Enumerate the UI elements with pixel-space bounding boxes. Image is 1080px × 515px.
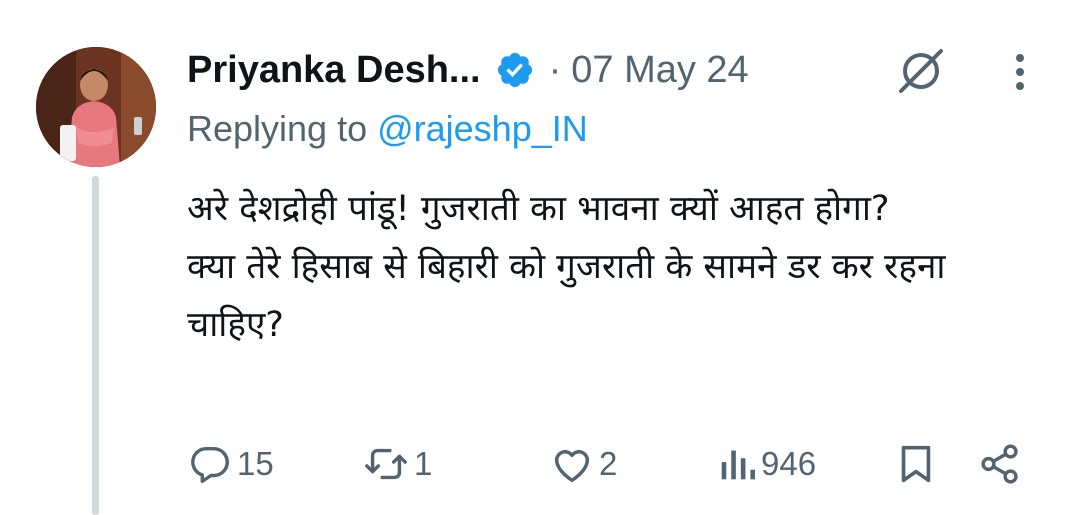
views-button[interactable]: 946: [717, 438, 816, 490]
avatar[interactable]: [36, 47, 156, 167]
retweet-count: 1: [414, 445, 433, 482]
replying-to-handle[interactable]: @rajeshp_IN: [377, 108, 588, 149]
share-icon: [981, 444, 1018, 484]
thread-line: [92, 176, 99, 515]
like-button[interactable]: 2: [549, 438, 617, 490]
retweet-icon: [365, 448, 407, 480]
share-button[interactable]: [977, 438, 1023, 490]
tweet-text-line: क्या तेरे हिसाब से बिहारी को गुजराती के …: [187, 247, 946, 345]
reply-count: 15: [237, 445, 274, 482]
reply-icon: [191, 446, 229, 483]
replying-to-line: Replying to @rajeshp_IN: [187, 108, 588, 150]
bookmark-button[interactable]: [893, 438, 939, 490]
more-vertical-icon[interactable]: [1008, 50, 1032, 94]
tweet-text-line: अरे देशद्रोही पांडू! गुजराती का भावना क्…: [187, 189, 890, 229]
verified-badge-icon: [497, 52, 532, 88]
like-icon: [554, 450, 590, 483]
avatar-photo: [36, 47, 156, 167]
bookmark-icon: [901, 445, 931, 483]
tweet-card[interactable]: Priyanka Desh... · 07 May 24 Replying to…: [0, 0, 1080, 515]
tweet-header: Priyanka Desh... · 07 May 24: [187, 42, 749, 98]
retweet-button[interactable]: 1: [362, 438, 432, 490]
views-count: 946: [761, 445, 817, 482]
tweet-text: अरे देशद्रोही पांडू! गुजराती का भावना क्…: [187, 180, 1047, 354]
grok-icon[interactable]: [893, 47, 949, 95]
separator-dot: ·: [548, 48, 562, 91]
reply-button[interactable]: 15: [187, 438, 274, 490]
author-name[interactable]: Priyanka Desh...: [187, 49, 481, 92]
like-count: 2: [599, 445, 618, 482]
tweet-date[interactable]: 07 May 24: [571, 49, 748, 92]
views-icon: [721, 450, 756, 480]
replying-to-label: Replying to: [187, 108, 378, 149]
action-bar: 15 1 2 946: [187, 438, 1037, 490]
